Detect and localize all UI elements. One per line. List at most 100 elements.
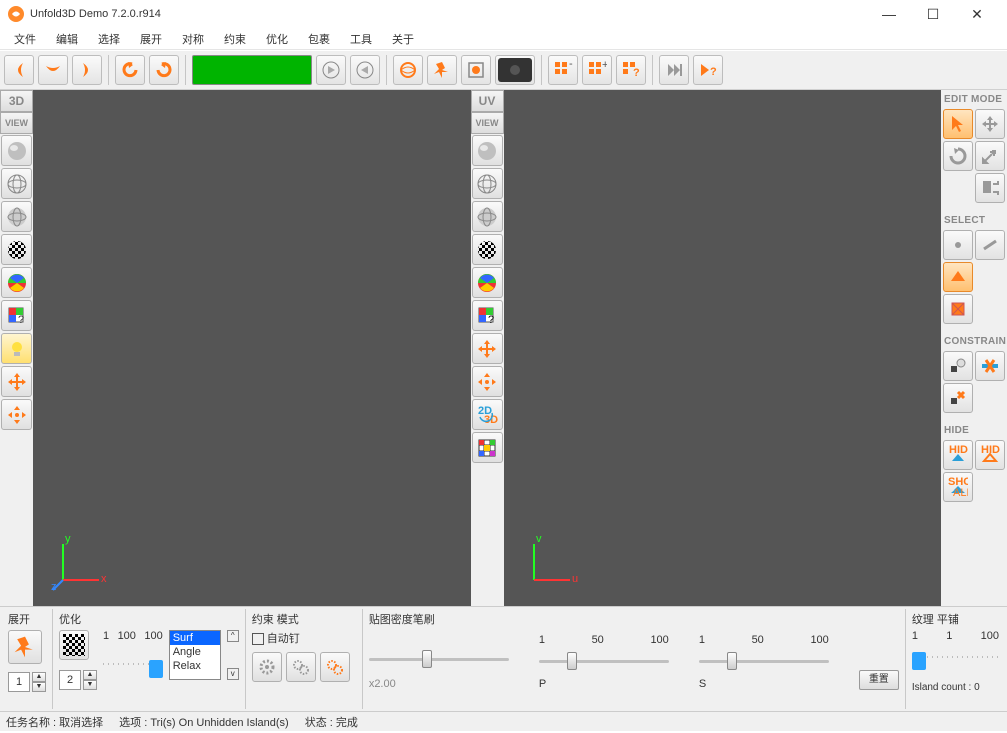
constrain-cut-icon[interactable] <box>975 351 1005 381</box>
svg-text:ALL: ALL <box>953 487 968 497</box>
select-label: SELECT <box>943 213 1005 228</box>
select-island-icon[interactable] <box>943 294 973 324</box>
auto-pin-checkbox[interactable] <box>252 633 264 645</box>
uv-cube-help-icon[interactable]: ? <box>472 300 503 331</box>
optimize-stepper[interactable]: 2 ▲▼ <box>59 670 97 690</box>
select-face-icon[interactable] <box>943 262 973 292</box>
svg-text:u: u <box>572 573 578 585</box>
close-button[interactable]: ✕ <box>955 0 999 28</box>
grid-minus-icon[interactable]: - <box>548 55 578 85</box>
minimize-button[interactable]: — <box>867 0 911 28</box>
select-vertex-icon[interactable] <box>943 230 973 260</box>
menu-unfold[interactable]: 展开 <box>132 29 170 49</box>
optimize-mode-list[interactable]: Surf Angle Relax <box>169 630 221 680</box>
play-button[interactable] <box>316 55 346 85</box>
view-wireframe-globe-icon[interactable] <box>1 168 32 199</box>
play-help-icon[interactable]: ? <box>693 55 723 85</box>
uv-wireframe-icon[interactable] <box>472 168 503 199</box>
view-light-icon[interactable] <box>1 333 32 364</box>
list-surf[interactable]: Surf <box>170 631 220 645</box>
menu-pack[interactable]: 包裹 <box>300 29 338 49</box>
constrain-pin-icon[interactable] <box>943 351 973 381</box>
optimize-slider[interactable] <box>103 648 163 678</box>
select-edge-icon[interactable] <box>975 230 1005 260</box>
redo-button[interactable] <box>149 55 179 85</box>
menu-file[interactable]: 文件 <box>6 29 44 49</box>
camera-icon[interactable] <box>495 55 535 85</box>
optimize-step-down[interactable]: ▼ <box>83 680 97 690</box>
show-all-icon[interactable]: SHOWALL <box>943 472 973 502</box>
view-move-alt-icon[interactable] <box>1 399 32 430</box>
menu-constraint[interactable]: 约束 <box>216 29 254 49</box>
undo-button[interactable] <box>115 55 145 85</box>
uv-2d3d-icon[interactable]: 2D3D <box>472 399 503 430</box>
constrain-clear-icon[interactable] <box>943 383 973 413</box>
view-checker-icon[interactable] <box>1 234 32 265</box>
tool-arrow-down-icon[interactable] <box>38 55 68 85</box>
uv-sphere-icon[interactable] <box>472 135 503 166</box>
maximize-button[interactable]: ☐ <box>911 0 955 28</box>
uv-move-icon[interactable] <box>472 333 503 364</box>
menu-about[interactable]: 关于 <box>384 29 422 49</box>
unfold-stepper[interactable]: 1 ▲▼ <box>8 672 46 692</box>
edit-transform-icon[interactable] <box>975 173 1005 203</box>
view-cube-help-icon[interactable]: ? <box>1 300 32 331</box>
uv-checker-icon[interactable] <box>472 234 503 265</box>
unfold-step-up[interactable]: ▲ <box>32 672 46 682</box>
list-scroll-up[interactable]: ^ <box>227 630 239 642</box>
menu-edit[interactable]: 编辑 <box>48 29 86 49</box>
texture-slider[interactable] <box>912 648 999 672</box>
hide-unselected-icon[interactable]: HIDE <box>975 440 1005 470</box>
view-rainbow-icon[interactable] <box>1 267 32 298</box>
tool-arrow-right-icon[interactable] <box>72 55 102 85</box>
grid-help-icon[interactable]: ? <box>616 55 646 85</box>
globe-refresh-icon[interactable] <box>393 55 423 85</box>
optimize-slider-thumb[interactable] <box>149 660 163 678</box>
skip-end-icon[interactable] <box>659 55 689 85</box>
menu-tools[interactable]: 工具 <box>342 29 380 49</box>
status-state: 状态 : 完成 <box>305 714 358 730</box>
list-relax[interactable]: Relax <box>170 659 220 673</box>
edit-rotate-icon[interactable] <box>943 141 973 171</box>
brush-reset-button[interactable]: 重置 <box>859 670 899 690</box>
uv-wireframe-shaded-icon[interactable] <box>472 201 503 232</box>
list-angle[interactable]: Angle <box>170 645 220 659</box>
stop-play-button[interactable] <box>350 55 380 85</box>
optimize-section: 优化 2 ▲▼ 1100100 Surf Angle Relax <box>53 609 246 709</box>
optimize-step-up[interactable]: ▲ <box>83 670 97 680</box>
edit-scale-icon[interactable] <box>975 141 1005 171</box>
gear-3-icon[interactable] <box>320 652 350 682</box>
menu-select[interactable]: 选择 <box>90 29 128 49</box>
view-wireframe-shaded-icon[interactable] <box>1 201 32 232</box>
view-sphere-shaded-icon[interactable] <box>1 135 32 166</box>
menu-symmetry[interactable]: 对称 <box>174 29 212 49</box>
3d-viewport[interactable]: y x z <box>33 90 471 606</box>
unfold-step-down[interactable]: ▼ <box>32 682 46 692</box>
brush-s-slider[interactable] <box>699 652 829 670</box>
edit-cursor-icon[interactable] <box>943 109 973 139</box>
gear-2-icon[interactable] <box>286 652 316 682</box>
list-scroll-down[interactable]: v <box>227 668 239 680</box>
grid-plus-icon[interactable]: + <box>582 55 612 85</box>
view-move-icon[interactable] <box>1 366 32 397</box>
left-view-toolbar: 3D VIEW ? <box>0 90 33 606</box>
hide-selected-icon[interactable]: HIDE <box>943 440 973 470</box>
record-icon[interactable] <box>461 55 491 85</box>
brush-p-slider[interactable] <box>539 652 669 670</box>
uv-viewport[interactable]: v u <box>504 90 942 606</box>
unfold-step-value: 1 <box>8 672 30 692</box>
gear-1-icon[interactable] <box>252 652 282 682</box>
optimize-checker-icon[interactable] <box>59 630 89 660</box>
uv-grid-icon[interactable] <box>472 432 503 463</box>
star-icon[interactable] <box>427 55 457 85</box>
optimize-label: 优化 <box>59 611 239 626</box>
brush-x-slider[interactable] <box>369 650 509 668</box>
texture-slider-thumb[interactable] <box>912 652 926 670</box>
tool-arrow-left-icon[interactable] <box>4 55 34 85</box>
svg-text:+: + <box>602 60 607 71</box>
uv-move-alt-icon[interactable] <box>472 366 503 397</box>
edit-move-icon[interactable] <box>975 109 1005 139</box>
menu-optimize[interactable]: 优化 <box>258 29 296 49</box>
uv-rainbow-icon[interactable] <box>472 267 503 298</box>
unfold-button[interactable] <box>8 630 42 664</box>
